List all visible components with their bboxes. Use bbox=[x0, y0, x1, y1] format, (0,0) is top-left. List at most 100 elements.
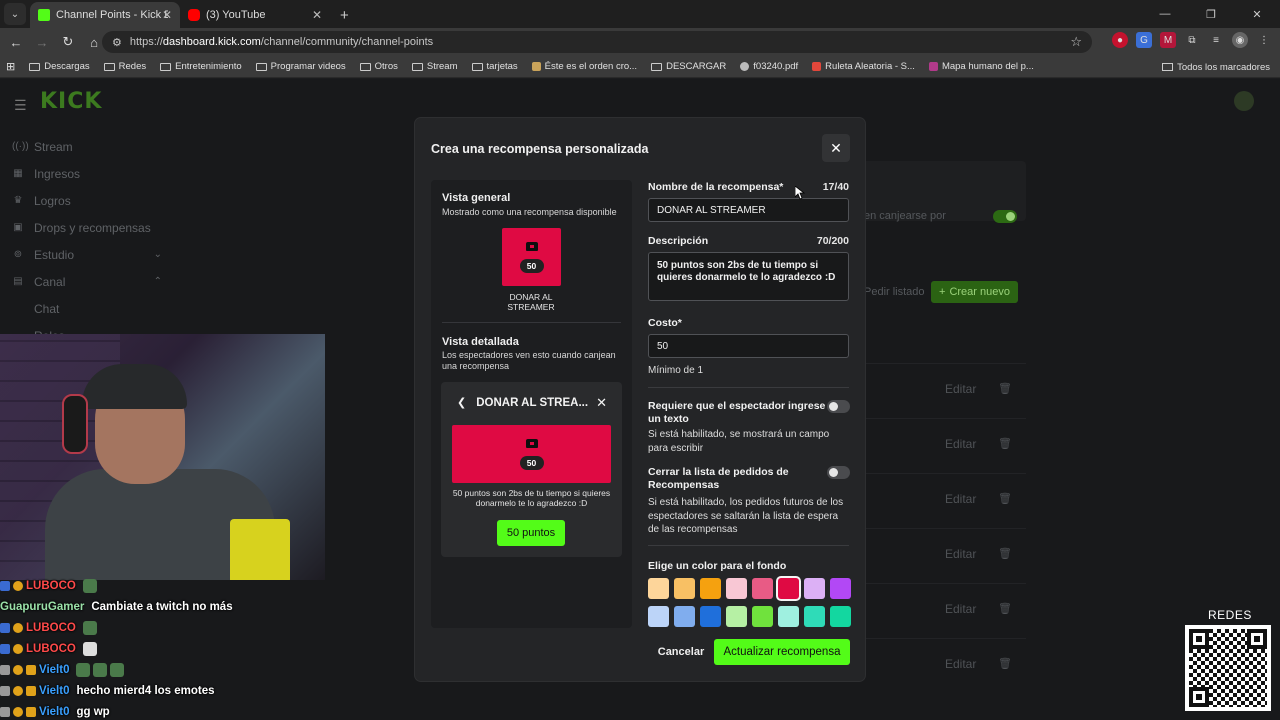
sidebar-subitem-chat[interactable]: Chat bbox=[12, 295, 162, 322]
color-swatch[interactable] bbox=[674, 578, 695, 599]
reward-list-row: Editar 🗑 bbox=[860, 363, 1026, 413]
edit-button[interactable]: Editar bbox=[945, 547, 976, 561]
edit-button[interactable]: Editar bbox=[945, 657, 976, 671]
sidebar-item-logros[interactable]: ♛ Logros bbox=[12, 187, 162, 214]
bookmark-orden-cronologico[interactable]: Éste es el orden cro... bbox=[531, 61, 637, 72]
color-swatch[interactable] bbox=[830, 578, 851, 599]
tab-kick-dashboard[interactable]: Channel Points - Kick Dashboard ✕ bbox=[30, 2, 180, 28]
sidebar-item-ingresos[interactable]: ▦ Ingresos bbox=[12, 160, 162, 187]
bookmark-star-icon[interactable]: ☆ bbox=[1070, 34, 1082, 50]
trash-icon[interactable]: 🗑 bbox=[998, 602, 1012, 615]
reward-list-row: Editar 🗑 bbox=[860, 638, 1026, 688]
translate-icon[interactable]: G bbox=[1136, 32, 1152, 48]
color-swatch[interactable] bbox=[726, 578, 747, 599]
divider bbox=[648, 545, 849, 546]
color-swatch[interactable] bbox=[648, 578, 669, 599]
edit-button[interactable]: Editar bbox=[945, 492, 976, 506]
color-swatch[interactable] bbox=[752, 578, 773, 599]
url-bar[interactable]: ⚙ https://dashboard.kick.com/channel/com… bbox=[102, 31, 1092, 53]
bookmark-ruleta-aleatoria[interactable]: Ruleta Aleatoria - S... bbox=[812, 61, 915, 72]
bookmark-descargas[interactable]: Descargas bbox=[29, 61, 90, 72]
bookmark-programar-videos[interactable]: Programar videos bbox=[255, 61, 346, 72]
badge-icon bbox=[26, 664, 36, 675]
emote-icon bbox=[76, 662, 91, 677]
profile-avatar-icon[interactable]: ◉ bbox=[1232, 32, 1248, 48]
trash-icon[interactable]: 🗑 bbox=[998, 657, 1012, 670]
new-tab-button[interactable]: + bbox=[330, 2, 359, 28]
edit-button[interactable]: Editar bbox=[945, 437, 976, 451]
bookmark-descargar[interactable]: DESCARGAR bbox=[651, 61, 726, 72]
trash-icon[interactable]: 🗑 bbox=[998, 547, 1012, 560]
crear-nuevo-button[interactable]: + Crear nuevo bbox=[931, 281, 1018, 303]
update-reward-button[interactable]: Actualizar recompensa bbox=[714, 639, 850, 665]
description-textarea[interactable]: 50 puntos son 2bs de tu tiempo si quiere… bbox=[648, 252, 849, 301]
channel-icon: ▤ bbox=[13, 276, 23, 287]
color-swatch[interactable] bbox=[804, 578, 825, 599]
address-toolbar: ← → ↻ ⌂ ⚙ https://dashboard.kick.com/cha… bbox=[0, 28, 1280, 56]
color-swatch[interactable] bbox=[700, 578, 721, 599]
detail-reward-card: 50 bbox=[452, 425, 611, 483]
create-reward-modal: Crea una recompensa personalizada ✕ Vist… bbox=[415, 118, 865, 681]
color-swatch[interactable] bbox=[726, 606, 747, 627]
media-controls-icon[interactable]: ≡ bbox=[1208, 32, 1224, 48]
reload-icon[interactable]: ↻ bbox=[56, 30, 80, 54]
trash-icon[interactable]: 🗑 bbox=[998, 492, 1012, 505]
redeem-points-button[interactable]: 50 puntos bbox=[497, 520, 565, 546]
tab-youtube[interactable]: (3) YouTube ✕ bbox=[180, 2, 330, 28]
trash-icon[interactable]: 🗑 bbox=[998, 382, 1012, 395]
bookmark-mapa-humano[interactable]: Mapa humano del p... bbox=[928, 61, 1034, 72]
close-tab-icon[interactable]: ✕ bbox=[312, 8, 322, 22]
kick-logo[interactable]: KICK bbox=[40, 89, 102, 114]
site-info-icon[interactable]: ⚙ bbox=[112, 36, 122, 49]
close-tab-icon[interactable]: ✕ bbox=[162, 8, 172, 22]
badge-icon bbox=[13, 622, 23, 633]
color-swatch[interactable] bbox=[778, 606, 799, 627]
all-bookmarks[interactable]: Todos los marcadores bbox=[1162, 56, 1270, 78]
text-required-toggle[interactable] bbox=[827, 400, 850, 413]
user-avatar[interactable] bbox=[1234, 91, 1254, 111]
back-icon[interactable]: ← bbox=[4, 30, 28, 54]
close-icon[interactable]: ✕ bbox=[596, 395, 607, 411]
color-swatch[interactable] bbox=[752, 606, 773, 627]
bookmark-f03240-pdf[interactable]: f03240.pdf bbox=[740, 61, 798, 72]
sidebar-item-drops[interactable]: ▣ Drops y recompensas bbox=[12, 214, 162, 241]
maximize-icon[interactable]: ❐ bbox=[1188, 0, 1234, 28]
edit-button[interactable]: Editar bbox=[945, 382, 976, 396]
color-swatch[interactable] bbox=[674, 606, 695, 627]
cancel-button[interactable]: Cancelar bbox=[653, 639, 709, 665]
browser-menu-icon[interactable]: ⋮ bbox=[1256, 32, 1272, 48]
minimize-icon[interactable]: — bbox=[1142, 0, 1188, 28]
background-enabled-toggle[interactable] bbox=[993, 210, 1017, 223]
bookmark-label: Ruleta Aleatoria - S... bbox=[825, 61, 915, 72]
bookmark-stream[interactable]: Stream bbox=[411, 61, 458, 72]
color-swatch[interactable] bbox=[648, 606, 669, 627]
extensions-puzzle-icon[interactable]: ⧉ bbox=[1184, 32, 1200, 48]
chevron-left-icon[interactable]: ❮ bbox=[457, 396, 466, 409]
color-swatch[interactable] bbox=[804, 606, 825, 627]
color-swatch[interactable] bbox=[830, 606, 851, 627]
bookmark-entretenimiento[interactable]: Entretenimiento bbox=[160, 61, 242, 72]
forward-icon[interactable]: → bbox=[30, 30, 54, 54]
hamburger-menu-icon[interactable]: ☰ bbox=[14, 97, 27, 114]
bookmark-otros[interactable]: Otros bbox=[359, 61, 398, 72]
apps-grid-icon[interactable]: ⊞ bbox=[6, 60, 15, 73]
cost-input[interactable]: 50 bbox=[648, 334, 849, 358]
chat-username: Vielt0 bbox=[39, 663, 70, 676]
color-swatch[interactable] bbox=[778, 578, 799, 599]
tab-search-menu-button[interactable]: ⌄ bbox=[4, 3, 26, 25]
sidebar-item-stream[interactable]: ((·)) Stream bbox=[12, 133, 162, 160]
reward-name-input[interactable]: DONAR AL STREAMER bbox=[648, 198, 849, 222]
bookmark-tarjetas[interactable]: tarjetas bbox=[471, 61, 518, 72]
color-swatch[interactable] bbox=[700, 606, 721, 627]
extension-red-icon[interactable]: ● bbox=[1112, 32, 1128, 48]
close-window-icon[interactable]: ✕ bbox=[1234, 0, 1280, 28]
sidebar-item-canal[interactable]: ▤ Canal ⌃ bbox=[12, 268, 162, 295]
sidebar-item-estudio[interactable]: ⊚ Estudio ⌄ bbox=[12, 241, 162, 268]
close-icon[interactable]: ✕ bbox=[822, 134, 850, 162]
bookmark-redes[interactable]: Redes bbox=[103, 61, 146, 72]
edit-button[interactable]: Editar bbox=[945, 602, 976, 616]
close-list-toggle[interactable] bbox=[827, 466, 850, 479]
trash-icon[interactable]: 🗑 bbox=[998, 437, 1012, 450]
pedir-listado-link[interactable]: Pedir listado bbox=[864, 286, 925, 298]
extension-pink-icon[interactable]: M bbox=[1160, 32, 1176, 48]
